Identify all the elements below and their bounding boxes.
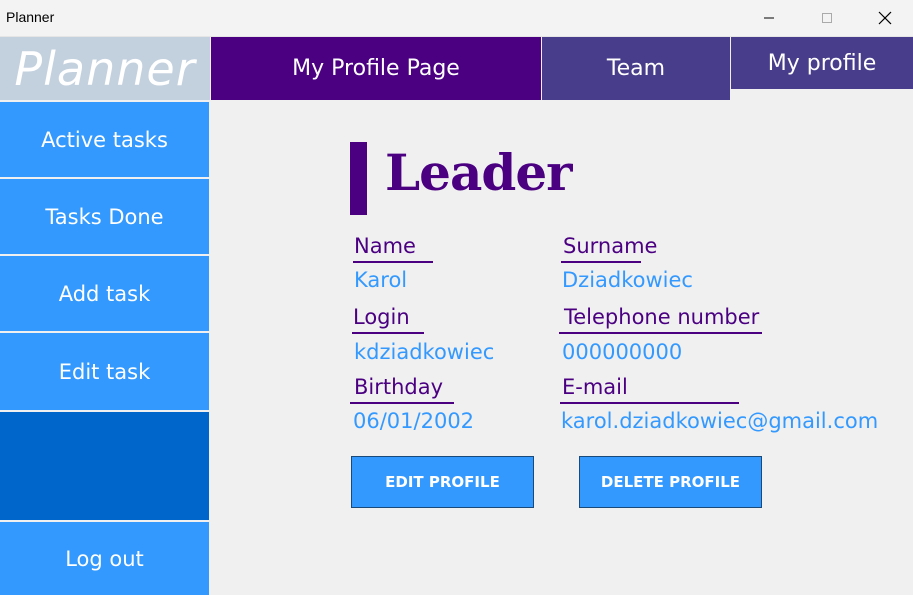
maximize-button[interactable]: [798, 0, 856, 36]
birthday-label: Birthday: [354, 375, 444, 399]
surname-label: Surname: [563, 234, 658, 258]
birthday-underline: [350, 402, 454, 404]
tab-team[interactable]: Team: [542, 37, 730, 100]
maximize-icon: [822, 13, 832, 23]
sidebar-item-active-tasks[interactable]: Active tasks: [0, 102, 209, 177]
email-value: karol.dziadkowiec@gmail.com: [561, 409, 879, 433]
role-accent-bar: [350, 142, 367, 215]
sidebar-item-edit-task[interactable]: Edit task: [0, 333, 209, 410]
title-bar: Planner: [0, 0, 913, 37]
birthday-value: 06/01/2002: [353, 409, 475, 433]
telephone-underline: [559, 332, 762, 334]
close-button[interactable]: [856, 0, 913, 36]
sidebar-item-add-task[interactable]: Add task: [0, 256, 209, 331]
login-value: kdziadkowiec: [354, 340, 495, 364]
sidebar-item-log-out[interactable]: Log out: [0, 522, 209, 595]
tab-my-profile[interactable]: My profile: [731, 37, 913, 89]
name-label: Name: [354, 234, 416, 258]
role-heading: Leader: [385, 143, 572, 202]
name-underline: [353, 261, 433, 263]
app-logo: Planner: [0, 37, 210, 100]
sidebar-spacer: [0, 412, 209, 520]
email-underline: [560, 402, 739, 404]
edit-profile-button[interactable]: EDIT PROFILE: [351, 456, 534, 508]
minimize-icon: [764, 17, 774, 19]
delete-profile-button[interactable]: DELETE PROFILE: [579, 456, 762, 508]
logo-text: Planner: [14, 41, 196, 96]
sidebar-item-tasks-done[interactable]: Tasks Done: [0, 179, 209, 254]
window-title: Planner: [6, 9, 55, 25]
telephone-label: Telephone number: [564, 305, 760, 329]
telephone-value: 000000000: [562, 340, 683, 364]
close-icon: [878, 11, 892, 25]
name-value: Karol: [354, 268, 408, 292]
tab-my-profile-page[interactable]: My Profile Page: [211, 37, 541, 100]
minimize-button[interactable]: [740, 0, 798, 36]
surname-underline: [561, 261, 641, 263]
login-underline: [352, 332, 424, 334]
login-label: Login: [353, 305, 410, 329]
surname-value: Dziadkowiec: [562, 268, 693, 292]
email-label: E-mail: [562, 375, 628, 399]
